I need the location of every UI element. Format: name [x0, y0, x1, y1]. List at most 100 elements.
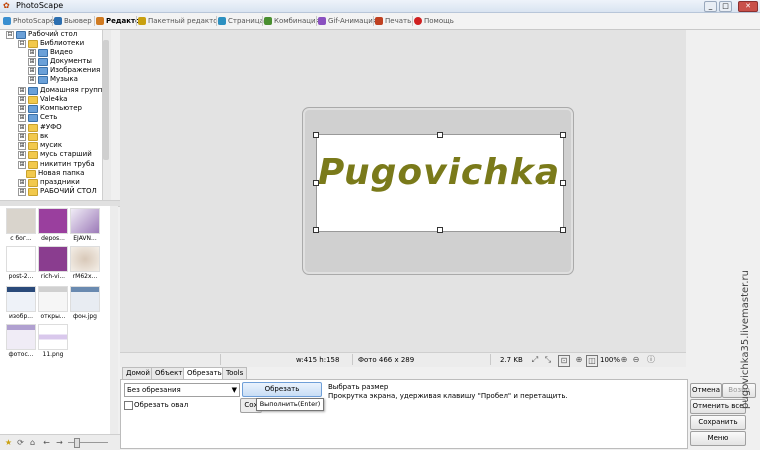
- fit-screen-icon[interactable]: ⤢: [530, 355, 540, 365]
- tree-item[interactable]: ⊞ Видео: [28, 48, 73, 57]
- page-icon: [218, 17, 226, 25]
- thumbnail-scrollbar[interactable]: [110, 206, 118, 434]
- refresh-icon[interactable]: ⟳: [16, 438, 25, 447]
- crop-mode-select[interactable]: Без обрезания ▼: [124, 383, 240, 397]
- thumbnail-item[interactable]: EJAVN...: [70, 208, 100, 246]
- crop-handle[interactable]: [313, 227, 319, 233]
- back-arrow-icon[interactable]: ←: [42, 438, 51, 447]
- tab-combine[interactable]: Комбинация: [264, 15, 320, 27]
- tab-batch-editor[interactable]: Пакетный редактор: [138, 15, 222, 27]
- tab-gif-animation[interactable]: Gif-Анимация: [318, 15, 377, 27]
- tab-viewer[interactable]: Вьювер: [54, 15, 92, 27]
- thumbnail-image: [38, 324, 68, 350]
- expand-icon[interactable]: ⊞: [18, 141, 26, 150]
- zoom-actual-icon[interactable]: ◫: [586, 355, 598, 367]
- tree-item[interactable]: ⊞ Музыка: [28, 75, 78, 84]
- crop-oval-checkbox[interactable]: [124, 401, 133, 410]
- status-divider: [220, 354, 291, 365]
- tab-page[interactable]: Страница: [218, 15, 264, 27]
- minimize-button[interactable]: _: [704, 1, 717, 12]
- tree-item[interactable]: ⊟ Библиотеки: [18, 39, 84, 48]
- save-button[interactable]: Сохранить: [690, 415, 746, 430]
- collapse-icon[interactable]: ⊟: [6, 30, 14, 39]
- photo-text: Pugovichka: [317, 152, 561, 193]
- crop-handle[interactable]: [437, 227, 443, 233]
- info-icon[interactable]: ⓘ: [646, 355, 656, 365]
- tree-item[interactable]: ⊞ Сеть: [18, 113, 57, 122]
- thumbnail-item[interactable]: откры...: [38, 286, 68, 324]
- crop-handle[interactable]: [560, 132, 566, 138]
- thumbnail-item[interactable]: rM62x...: [70, 246, 100, 284]
- thumbnail-item[interactable]: изобр...: [6, 286, 36, 324]
- thumbnail-image: [38, 246, 68, 272]
- tree-item[interactable]: ⊞ Домашняя группа: [18, 86, 107, 95]
- zoom-1to1-icon[interactable]: ⊕: [574, 355, 584, 365]
- expand-icon[interactable]: ⊞: [18, 123, 26, 132]
- zoom-out-icon[interactable]: ⊖: [631, 355, 641, 365]
- tab-home[interactable]: Домой: [122, 367, 154, 379]
- thumbnail-item[interactable]: фон.jpg: [70, 286, 100, 324]
- thumbnail-item[interactable]: rich-vi...: [38, 246, 68, 284]
- tree-item[interactable]: ⊞ Документы: [28, 57, 92, 66]
- expand-icon[interactable]: ⊞: [18, 104, 26, 113]
- thumbnail-item[interactable]: depos...: [38, 208, 68, 246]
- tree-item[interactable]: ⊞ мусь старший: [18, 150, 92, 159]
- actual-size-icon[interactable]: ⤡: [543, 355, 553, 365]
- expand-icon[interactable]: ⊞: [18, 187, 26, 196]
- menu-button[interactable]: Меню: [690, 431, 746, 446]
- tree-item[interactable]: ⊞ праздники: [18, 178, 80, 187]
- crop-button[interactable]: Обрезать: [242, 382, 322, 397]
- tab-tools[interactable]: Tools: [222, 367, 248, 379]
- collapse-icon[interactable]: ⊟: [18, 39, 26, 48]
- crop-handle[interactable]: [560, 227, 566, 233]
- folder-up-icon[interactable]: ⌂: [28, 438, 37, 447]
- expand-icon[interactable]: ⊞: [18, 95, 26, 104]
- tree-item[interactable]: ⊞ #УФО: [18, 123, 62, 132]
- thumbnail-image: [70, 246, 100, 272]
- close-button[interactable]: ✕: [738, 1, 758, 12]
- thumbnail-item[interactable]: post-2...: [6, 246, 36, 284]
- tree-item[interactable]: ⊟ Рабочий стол: [6, 30, 77, 39]
- thumbnail-item[interactable]: с бог...: [6, 208, 36, 246]
- tab-object[interactable]: Объект: [151, 367, 187, 379]
- expand-icon[interactable]: ⊞: [28, 66, 36, 75]
- undo-button[interactable]: Отмена: [690, 383, 722, 398]
- expand-icon[interactable]: ⊞: [18, 113, 26, 122]
- expand-icon[interactable]: ⊞: [28, 75, 36, 84]
- tree-item[interactable]: ⊞ Изображения: [28, 66, 100, 75]
- slider-handle[interactable]: [74, 438, 80, 448]
- expand-icon[interactable]: ⊞: [18, 160, 26, 169]
- expand-icon[interactable]: ⊞: [18, 178, 26, 187]
- zoom-fit-icon[interactable]: ⊡: [558, 355, 570, 367]
- tab-photoscape[interactable]: PhotoScape: [3, 15, 54, 27]
- undo-all-button[interactable]: Отменить все: [690, 399, 746, 414]
- thumbnail-item[interactable]: фотос...: [6, 324, 36, 362]
- tree-item[interactable]: ⊞ Компьютер: [18, 104, 82, 113]
- crop-handle[interactable]: [560, 180, 566, 186]
- tab-help[interactable]: Помощь: [414, 15, 454, 27]
- crop-handle[interactable]: [437, 132, 443, 138]
- forward-arrow-icon[interactable]: →: [55, 438, 64, 447]
- tab-crop[interactable]: Обрезать: [183, 367, 226, 379]
- crop-handle[interactable]: [313, 132, 319, 138]
- desktop-folder-icon: [16, 30, 26, 39]
- favorite-star-icon[interactable]: ★: [4, 438, 13, 447]
- crop-handle[interactable]: [313, 180, 319, 186]
- tree-item[interactable]: ⊞ Vale4ka: [18, 95, 67, 104]
- expand-icon[interactable]: ⊞: [28, 48, 36, 57]
- tab-print[interactable]: Печать: [375, 15, 411, 27]
- tree-item[interactable]: ⊞ РАБОЧИЙ СТОЛ: [18, 187, 97, 196]
- tree-scrollbar-thumb[interactable]: [103, 40, 109, 160]
- folder-tree[interactable]: ⊟ Рабочий стол ⊟ Библиотеки ⊞ Видео ⊞ Докуме…: [0, 30, 111, 200]
- tree-item[interactable]: ⊞ вк: [18, 132, 48, 141]
- maximize-button[interactable]: □: [719, 1, 732, 12]
- expand-icon[interactable]: ⊞: [28, 57, 36, 66]
- tree-item[interactable]: Новая папка: [26, 169, 84, 178]
- thumbnail-item[interactable]: 11.png: [38, 324, 68, 362]
- expand-icon[interactable]: ⊞: [18, 150, 26, 159]
- zoom-in-icon[interactable]: ⊕: [619, 355, 629, 365]
- tree-item[interactable]: ⊞ мусик: [18, 141, 62, 150]
- tree-item[interactable]: ⊞ никитин труба: [18, 160, 95, 169]
- expand-icon[interactable]: ⊞: [18, 132, 26, 141]
- expand-icon[interactable]: ⊞: [18, 86, 26, 95]
